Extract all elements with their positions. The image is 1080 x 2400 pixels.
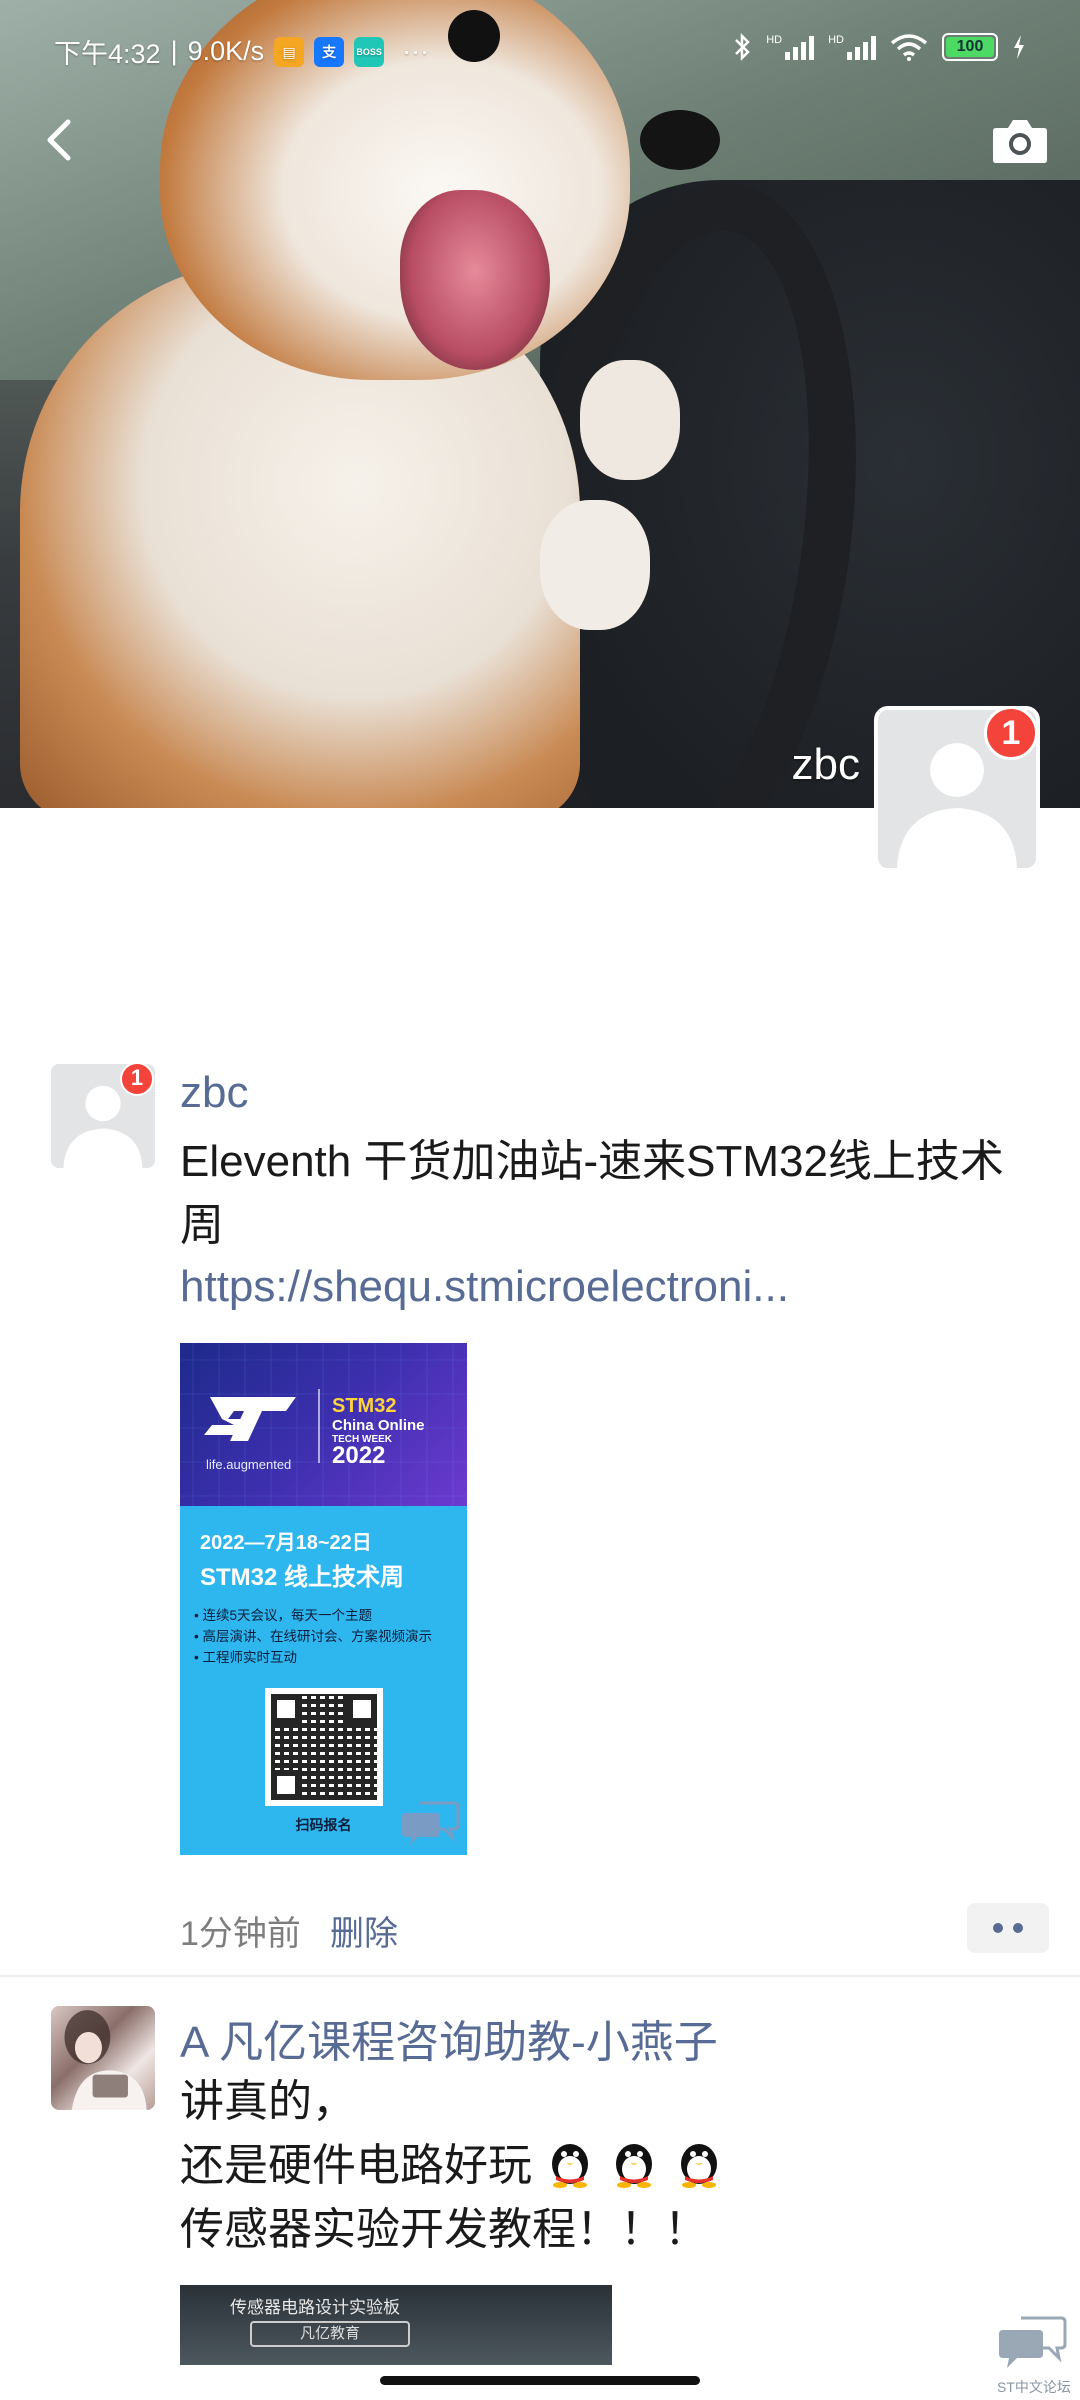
post-delete-link[interactable]: 删除 [330,1906,398,1955]
forum-watermark: ST中文论坛 [996,2314,1072,2395]
qr-pattern [271,1694,377,1800]
chevron-left-icon [47,119,71,161]
status-right: HD HD 100 [732,32,1026,62]
post-image-poster[interactable]: life.augmented STM32 China Online TECH W… [180,1343,467,1855]
post-text-line: 还是硬件电路好玩 [180,2141,532,2190]
qr-corner [347,1694,377,1724]
post-text: 讲真的， 还是硬件电路好玩 传感器实验开发教程！！！ [180,2070,725,2262]
status-net-speed: 9.0K/s [187,36,265,66]
cover-dog-paw [580,360,680,480]
home-indicator[interactable] [380,2376,700,2385]
message-app-icon: ▤ [274,36,305,67]
qr-code [265,1688,383,1806]
post-text: Eleventh 干货加油站-速来STM32线上技术周 [180,1137,1004,1250]
penguin-emoji-icon [616,2144,653,2188]
qr-corner [271,1770,301,1800]
poster-title: STM32 线上技术周 [200,1564,405,1591]
bluetooth-icon [735,32,750,62]
cover-notification-badge[interactable]: 1 [984,706,1038,760]
status-divider: | [170,36,178,66]
alipay-app-icon: 支 [314,36,345,67]
signal-1-icon: HD [766,34,815,60]
cover-photo[interactable] [0,0,1080,808]
post-avatar[interactable] [51,2006,155,2110]
cover-dog-mouth [400,190,550,370]
cover-username[interactable]: zbc [740,740,860,790]
post-author[interactable]: zbc [180,1068,248,1118]
poster-china-online: China Online [332,1417,425,1434]
poster-event-logo: STM32 China Online TECH WEEK 2022 [332,1395,425,1469]
boss-app-icon: BOSS [354,36,385,67]
post-avatar-badge: 1 [120,1062,154,1096]
more-notifications-icon: ··· [402,36,430,66]
post-text-line-with-emoji: 还是硬件电路好玩 [180,2134,725,2198]
poster-bullet: • 工程师实时互动 [194,1650,297,1665]
post-image[interactable]: 传感器电路设计实验板 凡亿教育 [180,2285,612,2365]
poster-header: life.augmented STM32 China Online TECH W… [180,1343,467,1506]
post-link[interactable]: https://shequ.stmicroelectroni... [180,1262,1040,1312]
penguin-emoji-icon [552,2144,589,2188]
qr-corner [271,1694,301,1724]
poster-tagline: life.augmented [206,1457,292,1472]
poster-date: 2022—7月18~22日 [200,1532,372,1554]
post-text-line: 讲真的， [180,2077,356,2126]
status-time: 下午4:32 [54,39,161,69]
status-left: 下午4:32 | 9.0K/s ▤ 支 BOSS ··· [54,32,429,71]
charging-icon [1014,35,1024,59]
poster-bullets: • 连续5天会议，每天一个主题 • 高层演讲、在线研讨会、方案视频演示 • 工程… [194,1605,432,1668]
poster-stm32: STM32 [332,1395,397,1417]
poster-year: 2022 [332,1442,386,1469]
poster-divider [318,1389,320,1463]
forum-chat-icon [402,1801,460,1845]
cover-dog-nose [640,110,720,170]
status-bar: 下午4:32 | 9.0K/s ▤ 支 BOSS ··· HD HD 100 [0,0,1080,98]
poster-bullet: • 连续5天会议，每天一个主题 [194,1608,372,1623]
back-button[interactable] [30,110,90,170]
post-separator [0,1975,1080,1977]
battery-icon: 100 [942,33,998,61]
penguin-emoji-icon [680,2144,717,2188]
wifi-icon [890,34,928,61]
camera-button[interactable] [990,112,1050,168]
post-text-line: 传感器实验开发教程！！！ [180,2205,708,2254]
post-author[interactable]: A 凡亿课程咨询助教-小燕子 [180,2006,718,2070]
watermark-text: ST中文论坛 [997,2379,1071,2395]
cover-dog-paw [540,500,650,630]
board-label: 传感器电路设计实验板 [230,2298,400,2317]
board-brand: 凡亿教育 [250,2321,410,2347]
user-photo-avatar [64,2010,147,2110]
st-logo-icon [204,1397,296,1441]
battery-level: 100 [946,37,994,57]
poster-bullet: • 高层演讲、在线研讨会、方案视频演示 [194,1629,432,1644]
dot-icon [993,1923,1003,1933]
post-timestamp: 1分钟前 [180,1915,301,1953]
camera-icon [993,120,1047,163]
signal-2-icon: HD [828,34,876,60]
post-more-button[interactable] [967,1903,1049,1953]
dot-icon [1013,1923,1023,1933]
forum-chat-icon [999,2316,1067,2368]
